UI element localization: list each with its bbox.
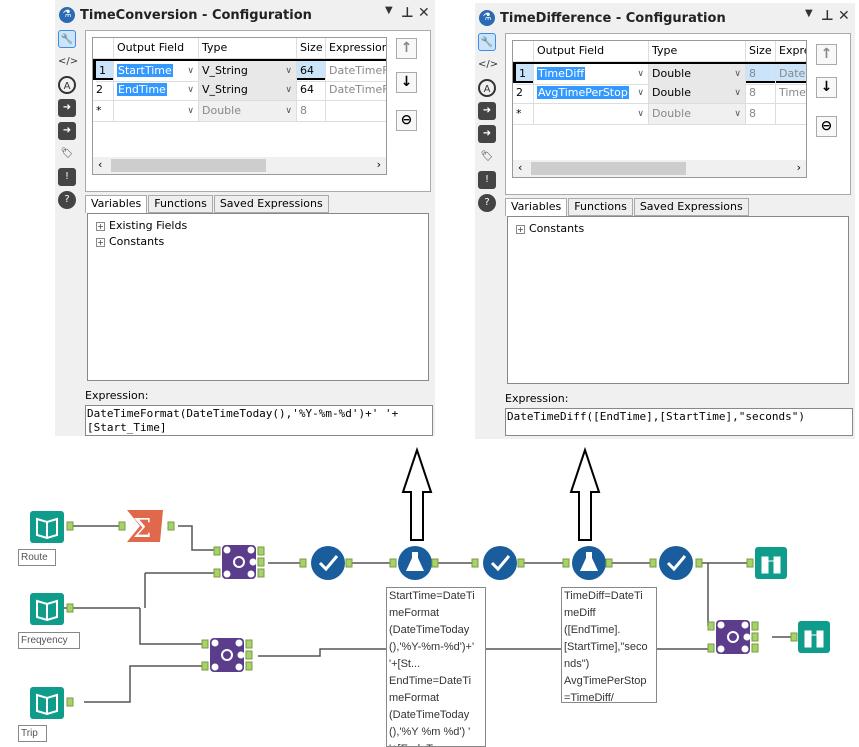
join-icon-dot xyxy=(717,645,725,653)
browse-tool[interactable] xyxy=(798,621,830,653)
anchor xyxy=(66,521,74,531)
input-label-route: Route xyxy=(18,549,56,566)
sigma-icon: Σ xyxy=(133,514,151,544)
anchor xyxy=(471,558,479,568)
join-icon-dot xyxy=(211,639,219,647)
anchor xyxy=(707,643,715,653)
anchor xyxy=(213,546,221,556)
anchor xyxy=(389,558,397,568)
anchor xyxy=(257,546,265,556)
anchor xyxy=(695,558,703,568)
join-icon-dot xyxy=(235,663,243,671)
anchor xyxy=(245,639,253,649)
annotation-time-difference: TimeDiff=DateTi meDiff ([EndTime]. [Star… xyxy=(561,587,657,703)
join-icon-dot xyxy=(741,645,749,653)
anchor xyxy=(746,558,754,568)
anchor xyxy=(213,568,221,578)
join-icon-dot xyxy=(249,558,257,566)
anchor xyxy=(790,632,798,642)
join-icon-dot xyxy=(223,546,231,554)
anchor xyxy=(751,621,759,631)
connection-wire xyxy=(178,525,218,551)
select-tool[interactable] xyxy=(659,546,693,580)
join-icon-dot xyxy=(237,651,245,659)
join-icon-dot xyxy=(743,633,751,641)
join-icon-dot xyxy=(247,570,255,578)
anchor xyxy=(751,643,759,653)
anchor xyxy=(118,521,126,531)
connection-wire xyxy=(707,563,713,626)
anchor xyxy=(66,697,74,707)
anchor xyxy=(649,558,657,568)
join-icon-dot xyxy=(223,570,231,578)
input-label-frequency: Freqyency xyxy=(18,632,80,649)
up-arrow-icon xyxy=(569,446,601,541)
join-icon-dot xyxy=(717,621,725,629)
up-arrow-icon xyxy=(401,446,433,541)
connection-wire xyxy=(84,665,205,703)
anchor xyxy=(167,521,175,531)
join-icon-dot xyxy=(247,546,255,554)
anchor xyxy=(257,568,265,578)
anchor xyxy=(431,558,439,568)
anchor xyxy=(245,650,253,660)
anchor xyxy=(605,558,613,568)
anchor xyxy=(201,661,209,671)
anchor xyxy=(751,632,759,642)
browse-tool[interactable] xyxy=(755,547,787,579)
annotation-time-conversion: StartTime=DateTi meFormat (DateTimeToday… xyxy=(386,587,486,747)
input-label-trip: Trip xyxy=(18,725,47,742)
join-icon-dot xyxy=(741,621,749,629)
join-icon-dot xyxy=(235,639,243,647)
anchor xyxy=(707,621,715,631)
join-icon-dot xyxy=(211,663,219,671)
anchor xyxy=(345,558,353,568)
select-tool[interactable] xyxy=(311,546,345,580)
connection-wire xyxy=(139,608,205,645)
anchor xyxy=(245,661,253,671)
anchor xyxy=(562,558,570,568)
anchor xyxy=(257,557,265,567)
select-tool[interactable] xyxy=(483,546,517,580)
anchor xyxy=(201,639,209,649)
anchor xyxy=(66,603,74,613)
anchor xyxy=(517,558,525,568)
anchor xyxy=(299,558,307,568)
